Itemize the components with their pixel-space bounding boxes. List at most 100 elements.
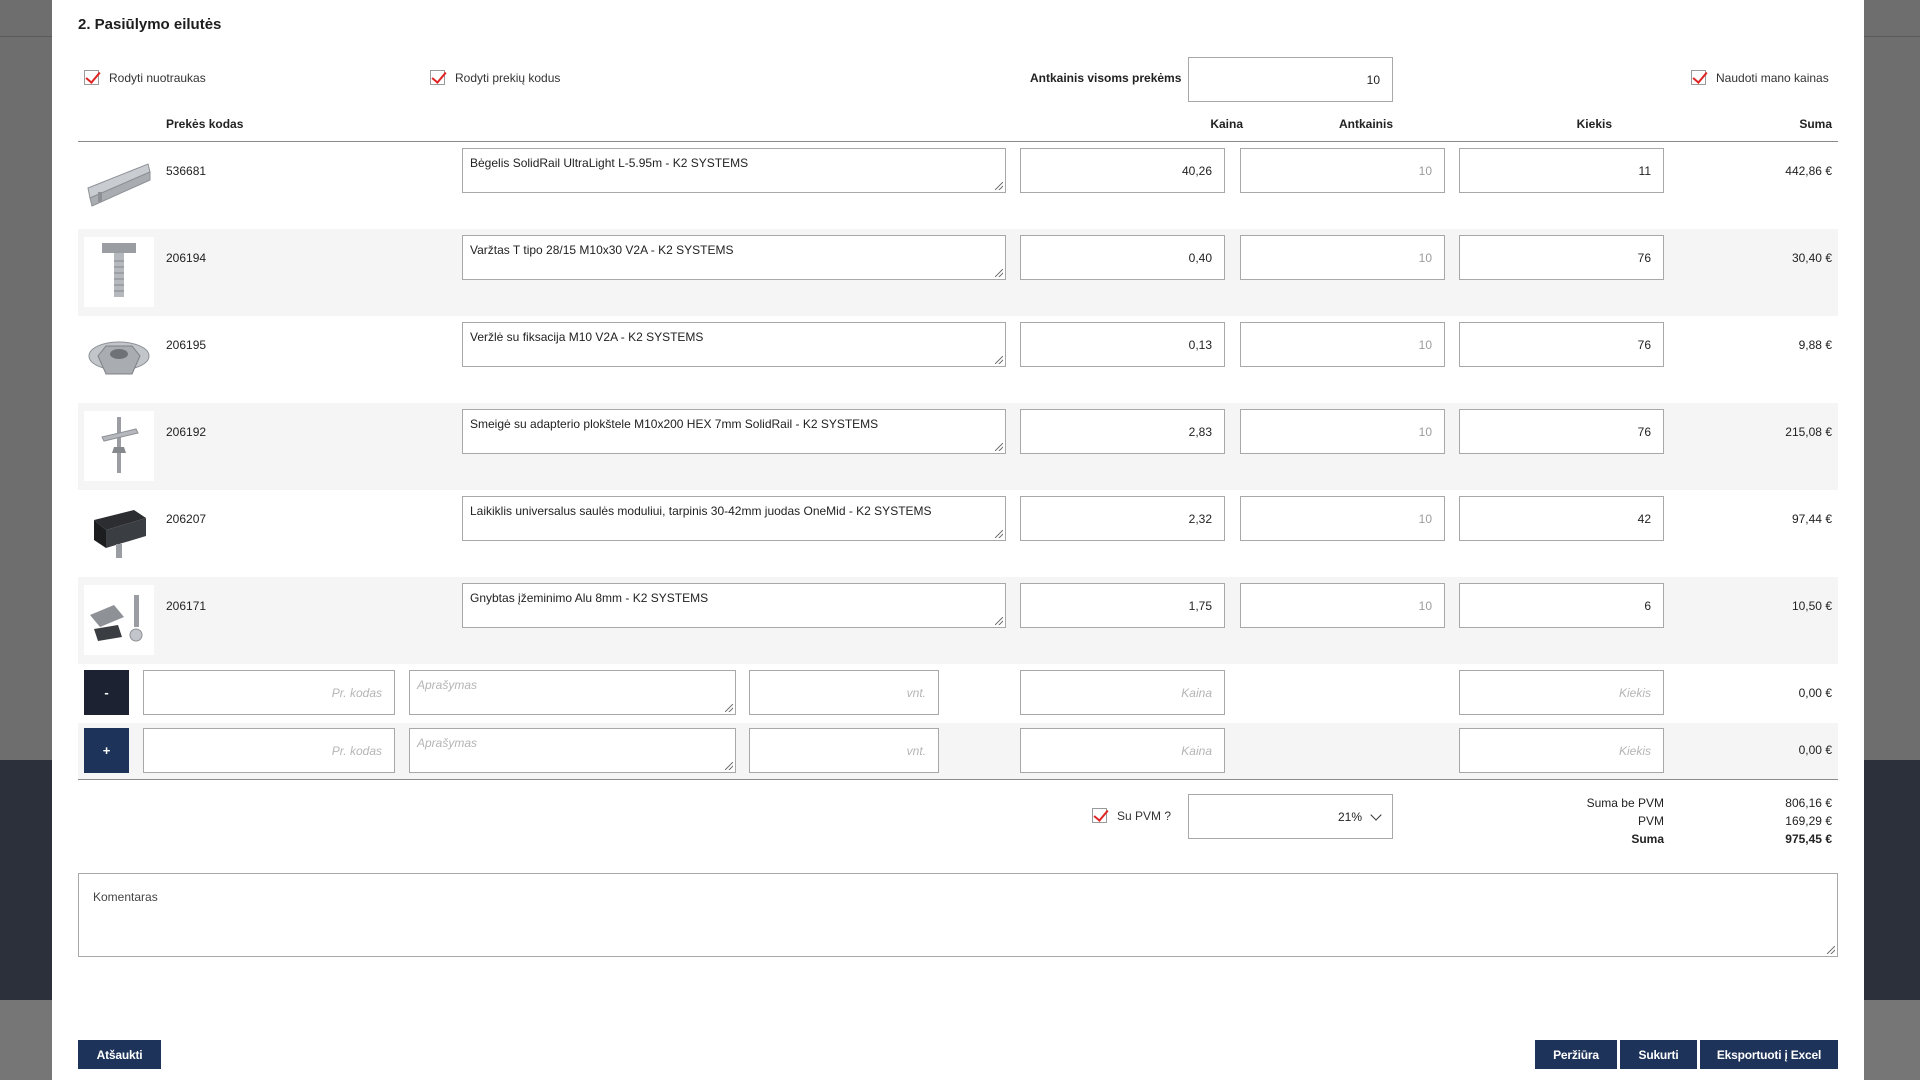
row-description-text: Smeigė su adapterio plokštele M10x200 HE… bbox=[470, 417, 879, 431]
custom-row: - Pr. kodas Aprašymas vnt. Kaina Kiekis … bbox=[78, 664, 1838, 723]
row-sum: 9,88 € bbox=[1798, 338, 1832, 352]
row-code: 206194 bbox=[166, 251, 207, 265]
row-qty-input[interactable]: 76 bbox=[1459, 409, 1664, 454]
row-price-input[interactable]: 40,26 bbox=[1020, 148, 1225, 193]
use-my-prices-checkbox[interactable]: Naudoti mano kainas bbox=[1691, 70, 1829, 85]
vat-rate-value: 21% bbox=[1337, 809, 1362, 824]
custom-code-input[interactable]: Pr. kodas bbox=[143, 670, 395, 715]
row-price-input[interactable]: 1,75 bbox=[1020, 583, 1225, 628]
row-markup-input[interactable]: 10 bbox=[1240, 409, 1445, 454]
custom-unit-input[interactable]: vnt. bbox=[749, 670, 939, 715]
nut-icon bbox=[84, 324, 154, 394]
export-excel-button[interactable]: Eksportuoti į Excel bbox=[1700, 1040, 1838, 1069]
markup-all-label: Antkainis visoms prekėms bbox=[1030, 71, 1182, 85]
total-value: 975,45 € bbox=[1785, 832, 1832, 846]
custom-row: + Pr. kodas Aprašymas vnt. Kaina Kiekis … bbox=[78, 723, 1838, 780]
row-code: 206195 bbox=[166, 338, 207, 352]
row-description[interactable]: Laikiklis universalus saulės moduliui, t… bbox=[462, 496, 1006, 541]
custom-row-sum: 0,00 € bbox=[1798, 743, 1832, 757]
chevron-down-icon bbox=[1370, 809, 1382, 821]
remove-row-button[interactable]: - bbox=[84, 670, 129, 715]
divider bbox=[78, 779, 1838, 780]
comment-textarea[interactable]: Komentaras bbox=[78, 873, 1838, 957]
resize-handle-icon[interactable] bbox=[1827, 946, 1835, 954]
resize-handle-icon[interactable] bbox=[995, 617, 1003, 625]
row-code: 536681 bbox=[166, 164, 207, 178]
custom-code-input[interactable]: Pr. kodas bbox=[143, 728, 395, 773]
resize-handle-icon[interactable] bbox=[995, 530, 1003, 538]
custom-row-sum: 0,00 € bbox=[1798, 686, 1832, 700]
custom-price-input[interactable]: Kaina bbox=[1020, 728, 1225, 773]
vat-label: Su PVM ? bbox=[1117, 808, 1172, 823]
row-qty-input[interactable]: 6 bbox=[1459, 583, 1664, 628]
resize-handle-icon[interactable] bbox=[995, 443, 1003, 451]
custom-price-input[interactable]: Kaina bbox=[1020, 670, 1225, 715]
clamp-icon bbox=[84, 498, 154, 568]
cancel-button[interactable]: Atšaukti bbox=[78, 1040, 161, 1069]
table-row: 206192 Smeigė su adapterio plokštele M10… bbox=[78, 403, 1838, 490]
add-row-button[interactable]: + bbox=[84, 728, 129, 773]
vat-rate-select[interactable]: 21% bbox=[1188, 794, 1393, 839]
row-description-text: Bėgelis SolidRail UltraLight L-5.95m - K… bbox=[470, 156, 749, 170]
table-row: 206195 Veržlė su fiksacija M10 V2A - K2 … bbox=[78, 316, 1838, 403]
row-price-input[interactable]: 2,83 bbox=[1020, 409, 1225, 454]
row-sum: 10,50 € bbox=[1791, 599, 1832, 613]
preview-button[interactable]: Peržiūra bbox=[1535, 1040, 1617, 1069]
bolt-icon bbox=[84, 237, 154, 307]
row-sum: 442,86 € bbox=[1785, 164, 1832, 178]
row-sum: 215,08 € bbox=[1785, 425, 1832, 439]
row-qty-input[interactable]: 76 bbox=[1459, 235, 1664, 280]
row-description[interactable]: Smeigė su adapterio plokštele M10x200 HE… bbox=[462, 409, 1006, 454]
column-sum: Suma bbox=[1799, 117, 1832, 131]
row-description-text: Varžtas T tipo 28/15 M10x30 V2A - K2 SYS… bbox=[470, 243, 734, 257]
create-button[interactable]: Sukurti bbox=[1620, 1040, 1697, 1069]
row-markup-input[interactable]: 10 bbox=[1240, 322, 1445, 367]
show-photos-checkbox[interactable]: Rodyti nuotraukas bbox=[84, 70, 206, 85]
row-description[interactable]: Veržlė su fiksacija M10 V2A - K2 SYSTEMS bbox=[462, 322, 1006, 367]
checkbox-checked-icon[interactable] bbox=[430, 70, 445, 85]
table-row: 206171 Gnybtas įžeminimo Alu 8mm - K2 SY… bbox=[78, 577, 1838, 664]
checkbox-checked-icon[interactable] bbox=[84, 70, 99, 85]
show-codes-checkbox[interactable]: Rodyti prekių kodus bbox=[430, 70, 560, 85]
row-markup-input[interactable]: 10 bbox=[1240, 496, 1445, 541]
row-qty-input[interactable]: 76 bbox=[1459, 322, 1664, 367]
subtotal-value: 806,16 € bbox=[1785, 796, 1832, 810]
custom-qty-input[interactable]: Kiekis bbox=[1459, 670, 1664, 715]
row-qty-input[interactable]: 11 bbox=[1459, 148, 1664, 193]
custom-description-placeholder: Aprašymas bbox=[417, 678, 478, 692]
column-price: Kaina bbox=[1210, 117, 1243, 131]
row-description[interactable]: Varžtas T tipo 28/15 M10x30 V2A - K2 SYS… bbox=[462, 235, 1006, 280]
resize-handle-icon[interactable] bbox=[995, 356, 1003, 364]
markup-all-input[interactable]: 10 bbox=[1188, 57, 1393, 102]
resize-handle-icon[interactable] bbox=[725, 762, 733, 770]
vat-checkbox[interactable]: Su PVM ? bbox=[1092, 808, 1171, 823]
row-markup-input[interactable]: 10 bbox=[1240, 583, 1445, 628]
row-description[interactable]: Gnybtas įžeminimo Alu 8mm - K2 SYSTEMS bbox=[462, 583, 1006, 628]
row-price-input[interactable]: 0,40 bbox=[1020, 235, 1225, 280]
custom-unit-input[interactable]: vnt. bbox=[749, 728, 939, 773]
row-price-input[interactable]: 0,13 bbox=[1020, 322, 1225, 367]
custom-description[interactable]: Aprašymas bbox=[409, 728, 736, 773]
row-markup-input[interactable]: 10 bbox=[1240, 148, 1445, 193]
row-price-input[interactable]: 2,32 bbox=[1020, 496, 1225, 541]
row-qty-input[interactable]: 42 bbox=[1459, 496, 1664, 541]
vat-amount-label: PVM bbox=[1637, 814, 1664, 828]
total-label: Suma bbox=[1631, 832, 1664, 846]
checkbox-checked-icon[interactable] bbox=[1092, 808, 1107, 823]
row-markup-input[interactable]: 10 bbox=[1240, 235, 1445, 280]
resize-handle-icon[interactable] bbox=[995, 182, 1003, 190]
use-my-prices-label: Naudoti mano kainas bbox=[1716, 70, 1829, 85]
custom-qty-input[interactable]: Kiekis bbox=[1459, 728, 1664, 773]
row-code: 206192 bbox=[166, 425, 207, 439]
show-codes-label: Rodyti prekių kodus bbox=[455, 70, 561, 85]
column-code: Prekės kodas bbox=[166, 117, 244, 131]
offer-lines-modal: 2. Pasiūlymo eilutės Rodyti nuotraukas R… bbox=[52, 0, 1864, 1080]
checkbox-checked-icon[interactable] bbox=[1691, 70, 1706, 85]
custom-description[interactable]: Aprašymas bbox=[409, 670, 736, 715]
section-title: 2. Pasiūlymo eilutės bbox=[78, 16, 222, 33]
resize-handle-icon[interactable] bbox=[725, 704, 733, 712]
resize-handle-icon[interactable] bbox=[995, 269, 1003, 277]
row-description[interactable]: Bėgelis SolidRail UltraLight L-5.95m - K… bbox=[462, 148, 1006, 193]
subtotal-label: Suma be PVM bbox=[1586, 796, 1664, 810]
table-row: 206194 Varžtas T tipo 28/15 M10x30 V2A -… bbox=[78, 229, 1838, 316]
